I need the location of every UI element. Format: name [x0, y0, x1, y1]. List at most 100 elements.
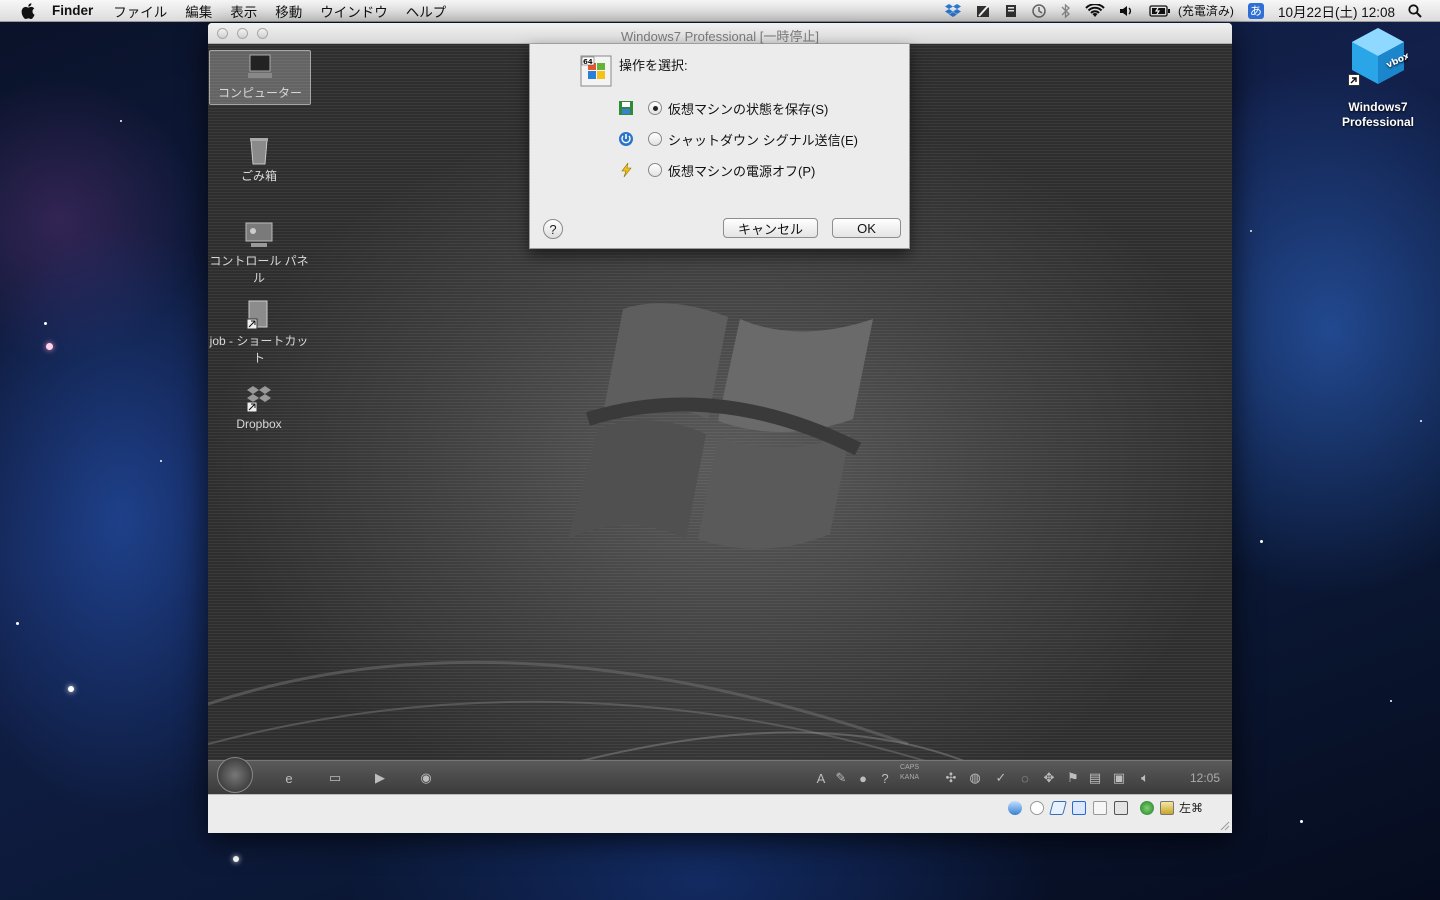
- vm-icon-badge: 64: [583, 58, 593, 66]
- desktop-icon-label: Windows7 Professional: [1341, 100, 1415, 129]
- menu-go[interactable]: 移動: [275, 1, 302, 21]
- radio-power-off[interactable]: [648, 163, 662, 177]
- option-label: シャットダウン シグナル送信(E): [668, 132, 858, 148]
- recycle-bin-icon: [243, 134, 275, 166]
- network-icon[interactable]: ▣: [1110, 769, 1128, 787]
- star: [1420, 420, 1422, 422]
- guest-clock[interactable]: 12:05: [1190, 771, 1220, 785]
- star: [160, 460, 162, 462]
- window-titlebar[interactable]: Windows7 Professional [一時停止]: [208, 23, 1232, 44]
- resize-grip-icon[interactable]: [1220, 821, 1230, 831]
- tray-icon-1[interactable]: ✣: [942, 769, 960, 787]
- menu-edit[interactable]: 編集: [185, 1, 212, 21]
- tray-icon-2[interactable]: ◍: [966, 769, 984, 787]
- host-key-label: 左⌘: [1179, 801, 1204, 815]
- menubar-clock[interactable]: 10月22日(土) 12:08: [1278, 1, 1395, 21]
- explorer-icon[interactable]: ▭: [326, 769, 344, 787]
- ime-help-icon[interactable]: ?: [876, 769, 894, 787]
- dialog-heading: 操作を選択:: [619, 58, 688, 73]
- volume-icon[interactable]: [1119, 4, 1135, 18]
- action-center-icon[interactable]: ⚑: [1064, 769, 1082, 787]
- optical-drive-icon[interactable]: [1030, 801, 1044, 815]
- computer-icon: [244, 51, 276, 83]
- usb-icon[interactable]: [1049, 801, 1067, 815]
- star: [1300, 820, 1303, 823]
- input-method-icon[interactable]: あ: [1247, 2, 1264, 19]
- star: [1390, 700, 1392, 702]
- battery-status[interactable]: (充電済み): [1178, 2, 1234, 19]
- chrome-icon[interactable]: ◉: [417, 769, 435, 787]
- tray-dropbox-icon[interactable]: ✥: [1040, 769, 1058, 787]
- guest-icon-recycle-bin[interactable]: ごみ箱: [209, 134, 309, 185]
- guest-icon-dropbox[interactable]: Dropbox: [209, 382, 309, 433]
- tools-icon[interactable]: ✎: [832, 769, 850, 787]
- display-icon[interactable]: [1114, 801, 1128, 815]
- cancel-button[interactable]: キャンセル: [723, 218, 818, 238]
- tray-icon-5[interactable]: ▤: [1086, 769, 1104, 787]
- battery-icon[interactable]: [1149, 4, 1171, 17]
- menu-help[interactable]: ヘルプ: [406, 1, 447, 21]
- lightning-icon: [618, 162, 634, 178]
- star: [68, 686, 74, 692]
- star: [233, 856, 239, 862]
- ime-a-icon[interactable]: A: [812, 769, 830, 787]
- vm-status-bar: 左⌘: [208, 794, 1232, 833]
- apple-menu-icon[interactable]: [18, 2, 38, 19]
- window-title: Windows7 Professional [一時停止]: [621, 29, 819, 44]
- ok-button[interactable]: OK: [832, 218, 901, 238]
- option-power-off[interactable]: 仮想マシンの電源オフ(P): [618, 160, 815, 180]
- shortcut-file-icon: [243, 299, 275, 331]
- menu-file[interactable]: ファイル: [113, 1, 167, 21]
- dropbox-menu-icon[interactable]: [944, 3, 961, 18]
- dropbox-icon: [243, 382, 275, 414]
- ie-icon[interactable]: e: [280, 769, 298, 787]
- virtualbox-cube-icon: vbox: [1348, 26, 1411, 86]
- star: [46, 343, 53, 350]
- spotlight-search-icon[interactable]: [1408, 3, 1422, 18]
- media-player-icon[interactable]: ▶: [371, 769, 389, 787]
- app-name[interactable]: Finder: [52, 3, 93, 18]
- star: [16, 622, 19, 625]
- vm-os-icon: 64: [580, 55, 612, 87]
- evernote-menu-icon[interactable]: [975, 3, 991, 19]
- option-label: 仮想マシンの状態を保存(S): [668, 101, 829, 117]
- desktop-icon-windows7[interactable]: vbox Windows7 Professional: [1330, 26, 1426, 130]
- ime-mode-icon[interactable]: ●: [854, 769, 872, 787]
- network-adapter-icon[interactable]: [1072, 801, 1086, 815]
- guest-taskbar: e ▭ ▶ ◉ A ✎ ● ? CAPS KANA ✣ ◍ ✓ ◌ ✥ ⚑ ▤ …: [208, 757, 1232, 794]
- guest-icon-control-panel[interactable]: コントロール パネル: [209, 219, 309, 287]
- menu-bar: Finder ファイル 編集 表示 移動 ウインドウ ヘルプ (充電済み) あ: [0, 0, 1440, 22]
- guest-icon-computer[interactable]: コンピューター: [209, 50, 311, 105]
- virtualization-icon[interactable]: [1140, 801, 1154, 815]
- radio-shutdown-signal[interactable]: [648, 132, 662, 146]
- help-button[interactable]: ?: [543, 219, 563, 239]
- power-button-icon: [618, 131, 634, 147]
- option-label: 仮想マシンの電源オフ(P): [668, 163, 816, 179]
- start-button[interactable]: [217, 757, 253, 793]
- guest-icon-job-shortcut[interactable]: job - ショートカット: [209, 299, 309, 367]
- shared-folders-icon[interactable]: [1093, 801, 1107, 815]
- option-save-state[interactable]: 仮想マシンの状態を保存(S): [618, 98, 828, 118]
- kana-indicator: KANA: [900, 774, 920, 781]
- guest-volume-icon[interactable]: 🔈︎: [1136, 769, 1154, 787]
- save-state-icon: [618, 100, 634, 116]
- menu-view[interactable]: 表示: [230, 1, 257, 21]
- time-machine-icon[interactable]: [1031, 3, 1047, 19]
- caps-indicator: CAPS: [900, 764, 920, 771]
- wifi-icon[interactable]: [1085, 3, 1105, 18]
- hard-disk-icon[interactable]: [1008, 801, 1022, 815]
- option-shutdown-signal[interactable]: シャットダウン シグナル送信(E): [618, 129, 858, 149]
- star: [120, 120, 122, 122]
- mouse-integration-icon[interactable]: [1160, 801, 1174, 815]
- guest-icon-label: ごみ箱: [240, 169, 277, 183]
- notes-menu-icon[interactable]: [1005, 4, 1017, 18]
- menu-window[interactable]: ウインドウ: [320, 1, 388, 21]
- radio-save-state[interactable]: [648, 101, 662, 115]
- bluetooth-icon[interactable]: [1061, 3, 1071, 19]
- alias-arrow-icon: [1348, 74, 1360, 86]
- tray-icon-4[interactable]: ◌: [1016, 769, 1034, 787]
- guest-icon-label: job - ショートカット: [209, 334, 309, 365]
- tray-icon-3[interactable]: ✓: [992, 769, 1010, 787]
- close-vm-dialog: 64 操作を選択: 仮想マシンの状態を保存(S) シャットダウン シグナル送信(…: [529, 44, 910, 249]
- guest-icon-label: コントロール パネル: [209, 254, 309, 285]
